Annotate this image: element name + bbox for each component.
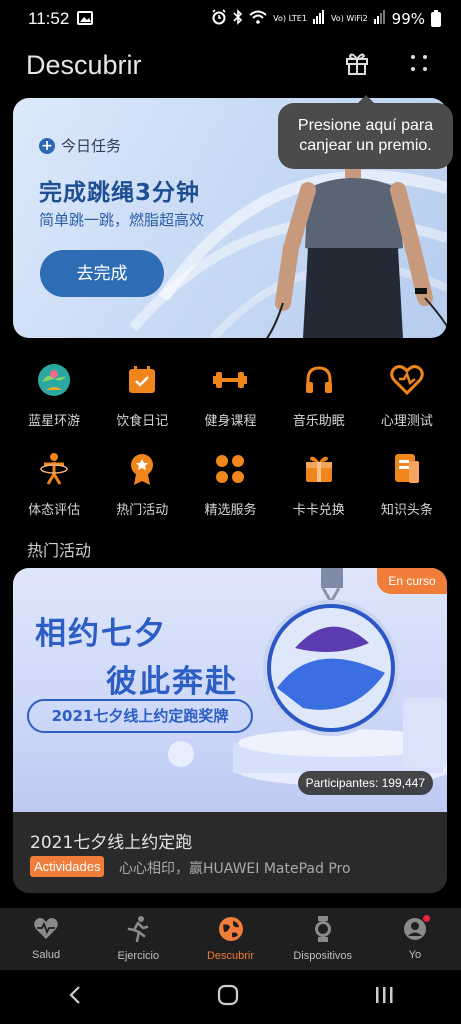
nav-label: Descubrir	[206, 950, 255, 962]
bluetooth-icon	[233, 9, 243, 29]
wifi-icon	[249, 10, 267, 28]
gift-icon	[344, 50, 370, 80]
grid-item-sleep-music[interactable]: 音乐助眠	[275, 360, 363, 429]
poster-headline-1: 相约七夕	[35, 616, 167, 652]
home-icon[interactable]	[217, 984, 239, 1010]
activity-category-tag: Actividades	[30, 856, 105, 877]
gallery-icon	[77, 10, 94, 29]
participants-badge: Participantes: 199,447	[297, 771, 433, 795]
profile-icon	[403, 915, 430, 945]
grid-item-hot-activities[interactable]: 热门活动	[98, 449, 186, 518]
signal-icon	[312, 10, 325, 28]
grid-item-label: 蓝星环游	[28, 414, 81, 429]
grid-item-posture-assessment[interactable]: 体态评估	[10, 449, 98, 518]
sim1-label: Vo) LTE1	[273, 14, 307, 23]
today-task-label: 今日任务	[61, 137, 122, 155]
plus-circle-icon: +	[39, 137, 55, 154]
status-bar: 11:52 Vo) LTE1 Vo) WiFi2 99%	[0, 0, 461, 38]
grid-dots-icon	[409, 53, 429, 77]
grid-item-label: 知识头条	[380, 503, 433, 518]
grid-item-fitness-courses[interactable]: 健身课程	[186, 360, 274, 429]
nav-tab-salud[interactable]: Salud	[0, 908, 92, 970]
app-header: Descubrir	[0, 40, 461, 90]
sim2-label: Vo) WiFi2	[330, 14, 368, 23]
calendar-check-icon	[122, 360, 162, 400]
gift-box-icon	[299, 449, 339, 489]
grid-item-label: 健身课程	[204, 414, 257, 429]
complete-task-button[interactable]: 去完成	[40, 250, 164, 297]
recents-icon[interactable]	[374, 986, 394, 1008]
grid-item-label: 热门活动	[116, 503, 169, 518]
activity-title: 2021七夕线上约定跑	[30, 833, 193, 853]
nav-label: Yo	[408, 949, 422, 961]
grid-item-label: 心理测试	[380, 414, 433, 429]
signal-icon	[373, 10, 386, 28]
poster-medal-caption: 2021七夕线上约定跑奖牌	[27, 699, 253, 733]
nav-label: Salud	[32, 949, 61, 961]
clover-icon	[210, 449, 250, 489]
section-title-hot-activities: 热门活动	[27, 541, 92, 560]
posture-icon	[34, 449, 74, 489]
banner-title: 完成跳绳3分钟	[39, 180, 201, 206]
article-icon	[387, 449, 427, 489]
heart-icon	[387, 360, 427, 400]
activity-poster: 相约七夕 彼此奔赴 2021七夕线上约定跑奖牌 En curso Partici…	[13, 568, 447, 812]
system-navigation-bar	[0, 970, 461, 1024]
redeem-tooltip[interactable]: Presione aquí para canjear un premio.	[278, 95, 453, 169]
activity-card[interactable]: 相约七夕 彼此奔赴 2021七夕线上约定跑奖牌 En curso Partici…	[13, 568, 447, 893]
globe-icon	[34, 360, 74, 400]
alarm-icon	[211, 9, 227, 29]
compass-globe-icon	[218, 916, 244, 946]
nav-tab-ejercicio[interactable]: Ejercicio	[92, 908, 184, 970]
watch-icon	[313, 916, 333, 946]
grid-item-featured-services[interactable]: 精选服务	[186, 449, 274, 518]
grid-item-label: 卡卡兑换	[292, 503, 345, 518]
activity-description: 心心相印，赢HUAWEI MatePad Pro	[119, 861, 351, 877]
grid-item-knowledge-headlines[interactable]: 知识头条	[363, 449, 451, 518]
grid-item-label: 精选服务	[204, 503, 257, 518]
grid-item-label: 体态评估	[28, 503, 81, 518]
nav-label: Ejercicio	[117, 950, 160, 962]
page-title: Descubrir	[26, 49, 142, 80]
runner-icon	[126, 916, 150, 946]
nav-tab-dispositivos[interactable]: Dispositivos	[277, 908, 369, 970]
grid-item-label: 音乐助眠	[292, 414, 345, 429]
grid-item-diet-diary[interactable]: 饮食日记	[98, 360, 186, 429]
nav-tab-descubrir[interactable]: Descubrir	[184, 908, 276, 970]
grid-item-card-exchange[interactable]: 卡卡兑换	[275, 449, 363, 518]
nav-tab-yo[interactable]: Yo	[369, 908, 461, 970]
bottom-nav: Salud Ejercicio Descubrir Dispositivos Y…	[0, 908, 461, 970]
notification-dot	[422, 915, 430, 922]
heart-pulse-icon	[33, 917, 59, 945]
banner-subtitle: 简单跳一跳，燃脂超高效	[39, 211, 205, 229]
grid-item-psych-test[interactable]: 心理测试	[363, 360, 451, 429]
grid-item-label: 饮食日记	[116, 414, 169, 429]
gift-button[interactable]	[341, 49, 373, 81]
nav-label: Dispositivos	[293, 950, 353, 962]
today-task-tag: + 今日任务	[39, 135, 121, 156]
battery-percent: 99%	[391, 10, 425, 28]
back-icon[interactable]	[67, 985, 83, 1009]
tooltip-line-1: Presione aquí para	[297, 117, 434, 134]
activity-status-badge: En curso	[377, 568, 447, 594]
medal-icon	[122, 449, 162, 489]
more-menu-button[interactable]	[403, 49, 435, 81]
battery-icon	[431, 9, 441, 27]
poster-headline-2: 彼此奔赴	[106, 664, 238, 700]
status-time: 11:52	[28, 9, 70, 28]
headphones-icon	[299, 360, 339, 400]
dumbbell-icon	[210, 360, 250, 400]
grid-item-blue-planet-tour[interactable]: 蓝星环游	[10, 360, 98, 429]
service-grid: 蓝星环游 饮食日记 健身课程 音乐助眠 心理测试 体态评估 热门活动 精选服务 …	[0, 360, 461, 518]
tooltip-line-2: canjear un premio.	[299, 137, 432, 154]
